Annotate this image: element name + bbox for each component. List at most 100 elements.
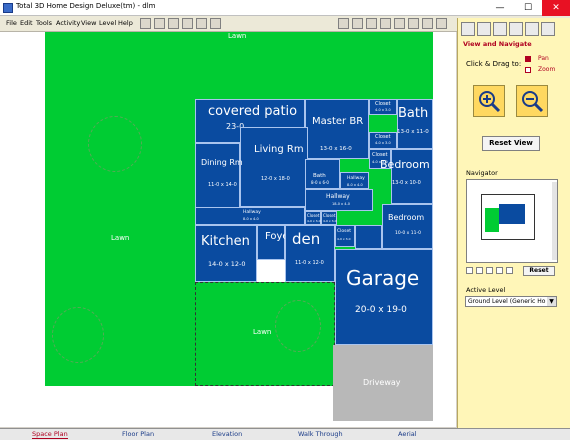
room-living[interactable]: Living Rm 12-0 x 18-0 — [240, 127, 308, 207]
room-dims: 4-0 x 3-0 — [375, 108, 391, 112]
zoom-window-icon[interactable] — [509, 22, 523, 36]
toolbar-book-icon[interactable] — [210, 18, 221, 29]
room-foyer[interactable]: Foyer — [257, 225, 293, 260]
room-bedroom-2[interactable]: Bedroom 10-0 x 11-0 — [382, 204, 433, 249]
room-dims: 10-0 x 11-0 — [395, 231, 421, 236]
room-master-br[interactable]: Master BR 13-0 x 16-0 — [305, 99, 369, 159]
navigator-tool-icon[interactable] — [506, 267, 513, 274]
room-dims: 4-0 x 3-0 — [337, 237, 351, 241]
toolbar-hand-icon[interactable] — [182, 18, 193, 29]
room-hallway[interactable]: Hallway 8-0 x 4-0 — [340, 172, 369, 189]
room-label: Closet — [323, 213, 336, 218]
room-closet[interactable]: Closet 4-0 x 3-0 — [369, 99, 397, 115]
room-bath[interactable]: Bath — [397, 99, 433, 149]
room-dims: 11-0 x 12-0 — [295, 260, 324, 266]
zoom-radio[interactable] — [525, 67, 531, 73]
menu-help[interactable]: Help — [118, 19, 133, 27]
room-dims: 8-0 x 6-0 — [311, 180, 329, 185]
design-canvas[interactable]: Lawn Lawn Lawn covered patio 23-0 Master… — [0, 32, 456, 427]
tab-walk-through[interactable]: Walk Through — [298, 430, 343, 438]
reset-view-button[interactable]: Reset View — [482, 136, 540, 151]
toolbar-material-icon[interactable] — [436, 18, 447, 29]
lawn-left-label: Lawn — [111, 234, 130, 242]
navigator-lawn — [485, 208, 499, 232]
room-bath-2[interactable]: Bath 8-0 x 6-0 — [305, 159, 340, 189]
toolbar-furniture-icon[interactable] — [408, 18, 419, 29]
navigator-scrollbar[interactable] — [552, 182, 557, 260]
menu-activity[interactable]: Activity — [56, 19, 80, 27]
chevron-down-icon[interactable]: ▼ — [547, 297, 556, 306]
toolbar-window-icon[interactable] — [366, 18, 377, 29]
toolbar-help-icon[interactable] — [196, 18, 207, 29]
room-hallway[interactable]: Hallway 18-0 x 4-0 — [305, 189, 373, 211]
tab-space-plan[interactable]: Space Plan — [32, 430, 68, 439]
toolbar-roof-icon[interactable] — [394, 18, 405, 29]
menu-view[interactable]: View — [81, 19, 96, 27]
tab-elevation[interactable]: Elevation — [212, 430, 242, 438]
tab-floor-plan[interactable]: Floor Plan — [122, 430, 154, 438]
toolbar-door-icon[interactable] — [352, 18, 363, 29]
room-label: Hallway — [347, 176, 365, 181]
title-bar: Total 3D Home Design Deluxe(tm) - dlm — … — [0, 0, 570, 16]
pan-radio[interactable] — [525, 56, 531, 62]
panel-heading: View and Navigate — [463, 40, 532, 48]
toolbar-wall-icon[interactable] — [338, 18, 349, 29]
room-label: Living Rm — [254, 144, 304, 155]
text-tool-icon[interactable] — [525, 22, 539, 36]
tab-aerial[interactable]: Aerial — [398, 430, 417, 438]
room-closet[interactable]: Closet 4-0 x 3-0 — [369, 132, 397, 149]
zoom-out-button[interactable] — [516, 85, 548, 117]
toolbar-stairs-icon[interactable] — [380, 18, 391, 29]
room-closet[interactable]: Closet 4-0 x 3-0 — [321, 211, 337, 225]
navigator-tool-icon[interactable] — [496, 267, 503, 274]
room-label: Driveway — [363, 378, 401, 387]
close-button[interactable]: ✕ — [542, 0, 570, 16]
room-dims: 4-0 x 3-0 — [323, 219, 337, 223]
room-dining[interactable]: Dining Rm 11-0 x 14-0 — [195, 143, 243, 213]
navigator-tool-icon[interactable] — [486, 267, 493, 274]
driveway[interactable]: Driveway — [333, 345, 433, 421]
room-dims: 12-0 x 18-0 — [261, 176, 290, 182]
room-closet[interactable]: Closet 4-0 x 3-0 — [335, 225, 355, 247]
zoom-in-button[interactable] — [473, 85, 505, 117]
navigator-label: Navigator — [466, 169, 498, 177]
view-navigate-panel: View and Navigate Click & Drag to: Pan Z… — [457, 18, 570, 428]
room-label: Bedroom — [388, 213, 425, 222]
plus-move-icon[interactable] — [461, 22, 475, 36]
room-utility[interactable] — [355, 225, 382, 249]
active-level-select[interactable]: Ground Level (Generic Ho ▼ — [465, 296, 557, 307]
minimize-button[interactable]: — — [486, 0, 514, 16]
tree-icon[interactable] — [88, 116, 142, 172]
toolbar-plant-icon[interactable] — [422, 18, 433, 29]
menu-file[interactable]: File — [6, 19, 17, 27]
room-hallway[interactable]: Hallway 8-0 x 4-0 — [195, 207, 305, 225]
room-dims: 18-0 x 4-0 — [332, 202, 350, 206]
navigator-tool-icon[interactable] — [466, 267, 473, 274]
toolbar-rotate-icon[interactable] — [168, 18, 179, 29]
lawn-top-label: Lawn — [228, 32, 247, 40]
menu-level[interactable]: Level — [99, 19, 116, 27]
menu-tools[interactable]: Tools — [36, 19, 52, 27]
lawn-top[interactable]: Lawn — [45, 32, 433, 99]
arrow-pointer-icon[interactable] — [477, 22, 491, 36]
room-bedroom[interactable]: Bedroom 13-0 x 10-0 — [380, 149, 433, 204]
room-garage[interactable]: Garage 20-0 x 19-0 — [335, 249, 433, 345]
pan-tool-icon[interactable] — [493, 22, 507, 36]
paint-tool-icon[interactable] — [541, 22, 555, 36]
room-label: Closet — [307, 213, 320, 218]
maximize-button[interactable]: ☐ — [514, 0, 542, 16]
room-closet[interactable]: Closet 4-0 x 3-0 — [305, 211, 321, 225]
room-kitchen[interactable]: Kitchen 14-0 x 12-0 — [195, 225, 257, 282]
tree-icon[interactable] — [52, 307, 104, 363]
room-label: Bath — [313, 173, 326, 179]
navigator-view[interactable] — [466, 179, 558, 263]
navigator-reset-button[interactable]: Reset — [523, 266, 555, 276]
menu-edit[interactable]: Edit — [20, 19, 33, 27]
tree-icon[interactable] — [275, 300, 321, 352]
zoom-out-icon — [522, 91, 544, 113]
room-dims: 13-0 x 16-0 — [320, 146, 352, 152]
toolbar-select-icon[interactable] — [140, 18, 151, 29]
room-den[interactable]: den 11-0 x 12-0 — [285, 225, 335, 282]
toolbar-draw-icon[interactable] — [154, 18, 165, 29]
navigator-tool-icon[interactable] — [476, 267, 483, 274]
